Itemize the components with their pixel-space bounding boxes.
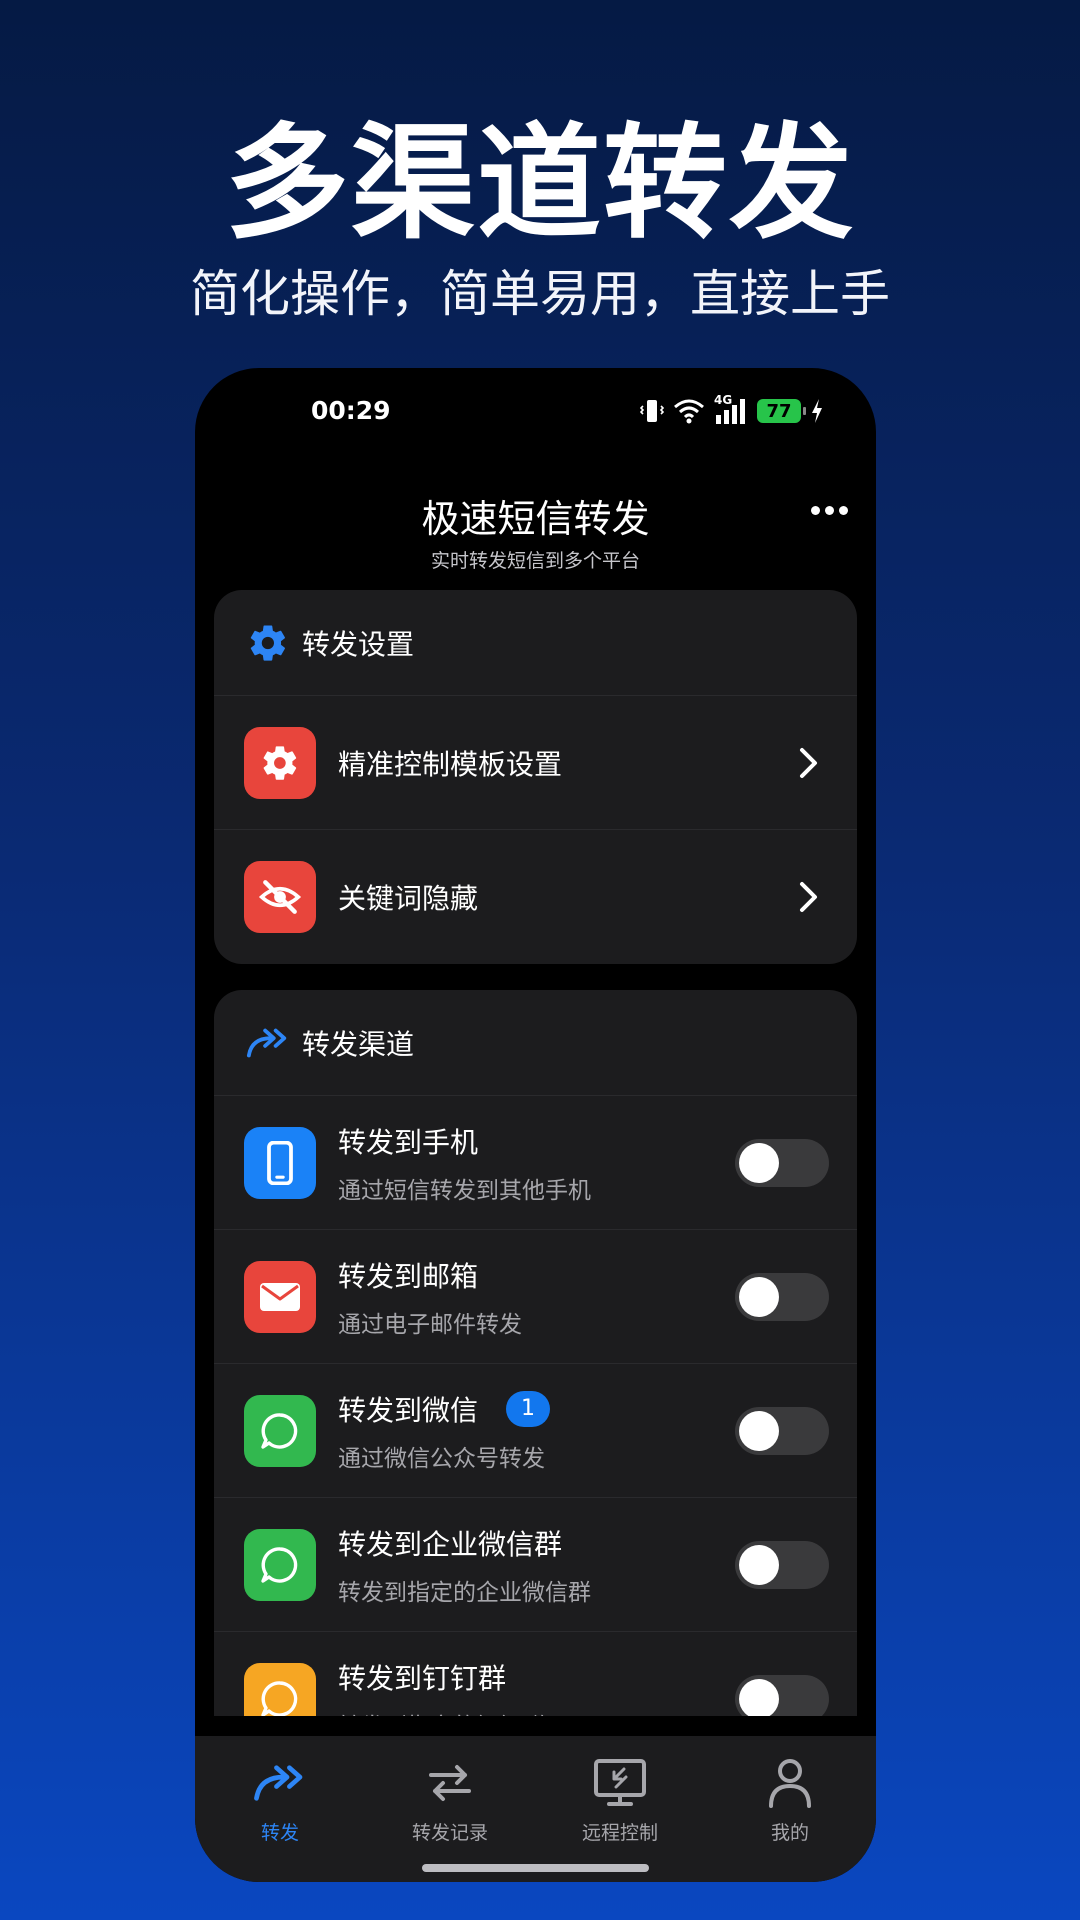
chevron-right-icon[interactable] bbox=[789, 743, 829, 783]
channel-item-wecom-group: 转发到企业微信群 转发到指定的企业微信群 bbox=[214, 1498, 857, 1632]
toggle-switch[interactable] bbox=[735, 1540, 829, 1589]
notification-badge: 1 bbox=[506, 1390, 551, 1427]
row-description: 通过电子邮件转发 bbox=[338, 1311, 522, 1338]
eye-off-icon bbox=[244, 861, 316, 933]
home-indicator[interactable] bbox=[422, 1864, 649, 1872]
row-label: 转发到钉钉群 bbox=[338, 1662, 507, 1695]
channel-item-email: 转发到邮箱 通过电子邮件转发 bbox=[214, 1230, 857, 1364]
battery-indicator: 77 bbox=[757, 399, 806, 423]
promo-subtitle: 简化操作，简单易用，直接上手 bbox=[190, 265, 890, 323]
chat-bubble-icon bbox=[244, 1528, 316, 1601]
person-icon bbox=[705, 1754, 875, 1812]
vibrate-icon bbox=[640, 400, 664, 422]
forward-settings-card: 转发设置 精准控制模板设置 关键词隐藏 bbox=[214, 590, 857, 964]
row-description: 通过短信转发到其他手机 bbox=[338, 1177, 591, 1204]
forward-arrows-icon bbox=[246, 1021, 290, 1065]
card-header: 转发渠道 bbox=[214, 990, 857, 1096]
row-label: 转发到手机 bbox=[338, 1125, 479, 1159]
toggle-switch[interactable] bbox=[735, 1138, 829, 1187]
settings-item-keyword-hide[interactable]: 关键词隐藏 bbox=[214, 830, 857, 964]
card-header: 转发设置 bbox=[214, 590, 857, 696]
channel-item-dingtalk-group: 转发到钉钉群 转发到指定的钉钉群 bbox=[214, 1632, 857, 1716]
bottom-tab-bar: 转发 转发记录 远程控制 我的 bbox=[195, 1736, 876, 1882]
tab-forward-history[interactable]: 转发记录 bbox=[365, 1754, 535, 1845]
channel-item-phone: 转发到手机 通过短信转发到其他手机 bbox=[214, 1096, 857, 1230]
status-time: 00:29 bbox=[311, 396, 391, 425]
settings-item-template[interactable]: 精准控制模板设置 bbox=[214, 696, 857, 830]
tab-label: 我的 bbox=[770, 1822, 809, 1844]
card-title: 转发设置 bbox=[302, 627, 415, 661]
row-description: 转发到指定的企业微信群 bbox=[338, 1579, 591, 1606]
gear-icon bbox=[246, 621, 290, 665]
toggle-switch[interactable] bbox=[735, 1406, 829, 1455]
row-description: 通过微信公众号转发 bbox=[338, 1445, 545, 1472]
phone-frame: 00:29 4G 77 极速短信转发 实时转发短信到多个平台 转发设置 精准控制… bbox=[195, 368, 876, 1882]
promo-title: 多渠道转发 bbox=[224, 112, 855, 256]
card-title: 转发渠道 bbox=[302, 1027, 415, 1061]
status-icons: 4G 77 bbox=[640, 393, 824, 426]
toggle-switch[interactable] bbox=[735, 1272, 829, 1321]
remote-desktop-icon bbox=[535, 1754, 705, 1812]
cellular-signal-icon: 4G bbox=[714, 393, 748, 425]
status-bar: 00:29 4G 77 bbox=[195, 368, 876, 458]
row-description: 转发到指定的钉钉群 bbox=[338, 1707, 735, 1716]
chat-bubble-icon bbox=[244, 1394, 316, 1467]
app-subtitle: 实时转发短信到多个平台 bbox=[430, 550, 640, 572]
swap-arrows-icon bbox=[365, 1754, 535, 1812]
row-label: 精准控制模板设置 bbox=[338, 747, 563, 781]
wifi-icon bbox=[674, 399, 704, 424]
forward-arrows-icon bbox=[195, 1754, 365, 1812]
phone-icon bbox=[244, 1126, 316, 1199]
app-header: 极速短信转发 实时转发短信到多个平台 bbox=[195, 458, 876, 598]
row-label: 转发到微信 bbox=[338, 1393, 479, 1427]
chat-bubble-icon bbox=[244, 1663, 316, 1716]
tab-label: 转发记录 bbox=[411, 1822, 488, 1844]
tab-label: 远程控制 bbox=[581, 1822, 658, 1844]
more-horizontal-icon[interactable] bbox=[811, 506, 848, 515]
gear-icon bbox=[244, 726, 316, 799]
tab-remote-control[interactable]: 远程控制 bbox=[535, 1754, 705, 1845]
row-label: 关键词隐藏 bbox=[338, 882, 479, 915]
app-title: 极速短信转发 bbox=[421, 497, 650, 541]
row-label: 转发到企业微信群 bbox=[338, 1527, 563, 1561]
chevron-right-icon[interactable] bbox=[789, 877, 829, 917]
forward-channels-card: 转发渠道 转发到手机 通过短信转发到其他手机 转发到邮箱 通过电子邮件转发 转发… bbox=[214, 990, 857, 1716]
charging-bolt-icon bbox=[812, 399, 822, 423]
tab-mine[interactable]: 我的 bbox=[705, 1754, 875, 1845]
tab-label: 转发 bbox=[260, 1822, 299, 1844]
toggle-switch[interactable] bbox=[735, 1675, 829, 1716]
mail-icon bbox=[244, 1260, 316, 1333]
tab-forward[interactable]: 转发 bbox=[195, 1754, 365, 1845]
main-scroll[interactable]: 转发设置 精准控制模板设置 关键词隐藏 转发渠道 转发到手机 通过短信转发到其他… bbox=[195, 590, 876, 1716]
row-label: 转发到邮箱 bbox=[338, 1259, 479, 1293]
channel-item-wechat: 转发到微信 1 通过微信公众号转发 bbox=[214, 1364, 857, 1498]
